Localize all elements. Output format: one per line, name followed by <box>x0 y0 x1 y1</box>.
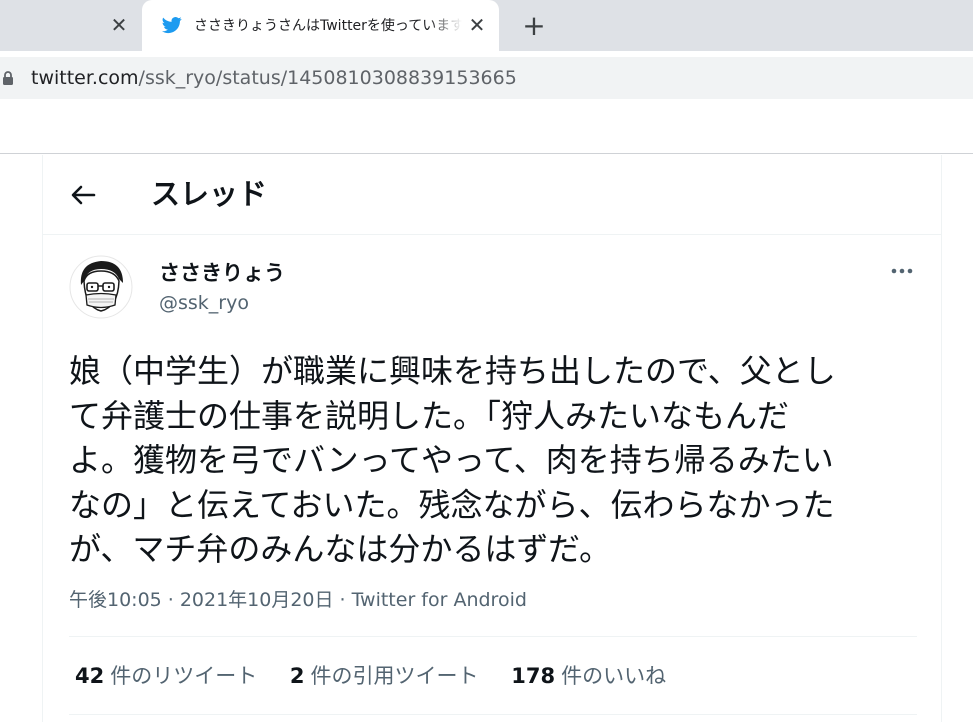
meta-separator: · <box>167 589 174 611</box>
quotes-label: 件の引用ツイート <box>310 664 479 688</box>
tweet-source[interactable]: Twitter for Android <box>352 589 527 611</box>
tweet-date[interactable]: 2021年10月20日 <box>180 589 334 611</box>
more-options-icon[interactable] <box>887 259 917 283</box>
user-handle[interactable]: @ssk_ryo <box>159 289 249 317</box>
avatar[interactable] <box>69 255 133 319</box>
retweets-label: 件のリツイート <box>110 664 258 688</box>
likes-count: 178 <box>511 664 556 688</box>
divider <box>69 714 917 715</box>
tab-strip: ✕ ささきりょうさんはTwitterを使っています ✕ + <box>0 0 973 51</box>
retweets-count: 42 <box>75 664 105 688</box>
thread-header: スレッド <box>43 155 941 235</box>
close-tab-icon[interactable]: ✕ <box>465 13 489 37</box>
likes-stat[interactable]: 178 件のいいね <box>511 661 666 691</box>
likes-label: 件のいいね <box>561 664 667 688</box>
divider <box>69 636 917 637</box>
thread-column: スレッド ささきりょう @ssk_ryo 娘（中学生）が職業に興味を持ち出したの… <box>42 155 942 722</box>
close-tab-icon[interactable]: ✕ <box>107 13 131 37</box>
tab-active[interactable]: ささきりょうさんはTwitterを使っています ✕ <box>142 0 499 51</box>
url-host: twitter.com <box>31 67 139 89</box>
retweets-stat[interactable]: 42 件のリツイート <box>75 661 257 691</box>
arrow-left-icon[interactable] <box>69 181 97 209</box>
quotes-count: 2 <box>289 664 305 688</box>
browser-toolbar: twitter.com/ssk_ryo/status/1450810308839… <box>0 51 973 101</box>
tweet-stats: 42 件のリツイート 2 件の引用ツイート 178 件のいいね <box>75 661 692 691</box>
tab-previous[interactable]: ✕ <box>0 0 142 51</box>
page-top-area <box>0 101 973 154</box>
new-tab-button[interactable]: + <box>519 11 549 41</box>
quotes-stat[interactable]: 2 件の引用ツイート <box>290 661 479 691</box>
display-name[interactable]: ささきりょう <box>159 258 285 288</box>
twitter-bird-icon <box>162 17 182 34</box>
tweet-text: 娘（中学生）が職業に興味を持ち出したので、父とし て弁護士の仕事を説明した。「狩… <box>69 352 836 568</box>
tweet-meta: 午後10:05 · 2021年10月20日 · Twitter for Android <box>69 586 527 614</box>
meta-separator: · <box>339 589 346 611</box>
tweet-time[interactable]: 午後10:05 <box>69 589 162 611</box>
address-bar[interactable]: twitter.com/ssk_ryo/status/1450810308839… <box>0 57 973 99</box>
lock-icon[interactable] <box>2 70 14 86</box>
url-text[interactable]: twitter.com/ssk_ryo/status/1450810308839… <box>31 66 517 90</box>
tab-title: ささきりょうさんはTwitterを使っています <box>194 18 462 34</box>
url-path: /ssk_ryo/status/1450810308839153665 <box>138 67 517 89</box>
avatar-illustration <box>69 255 133 319</box>
page-title: スレッド <box>151 177 268 211</box>
